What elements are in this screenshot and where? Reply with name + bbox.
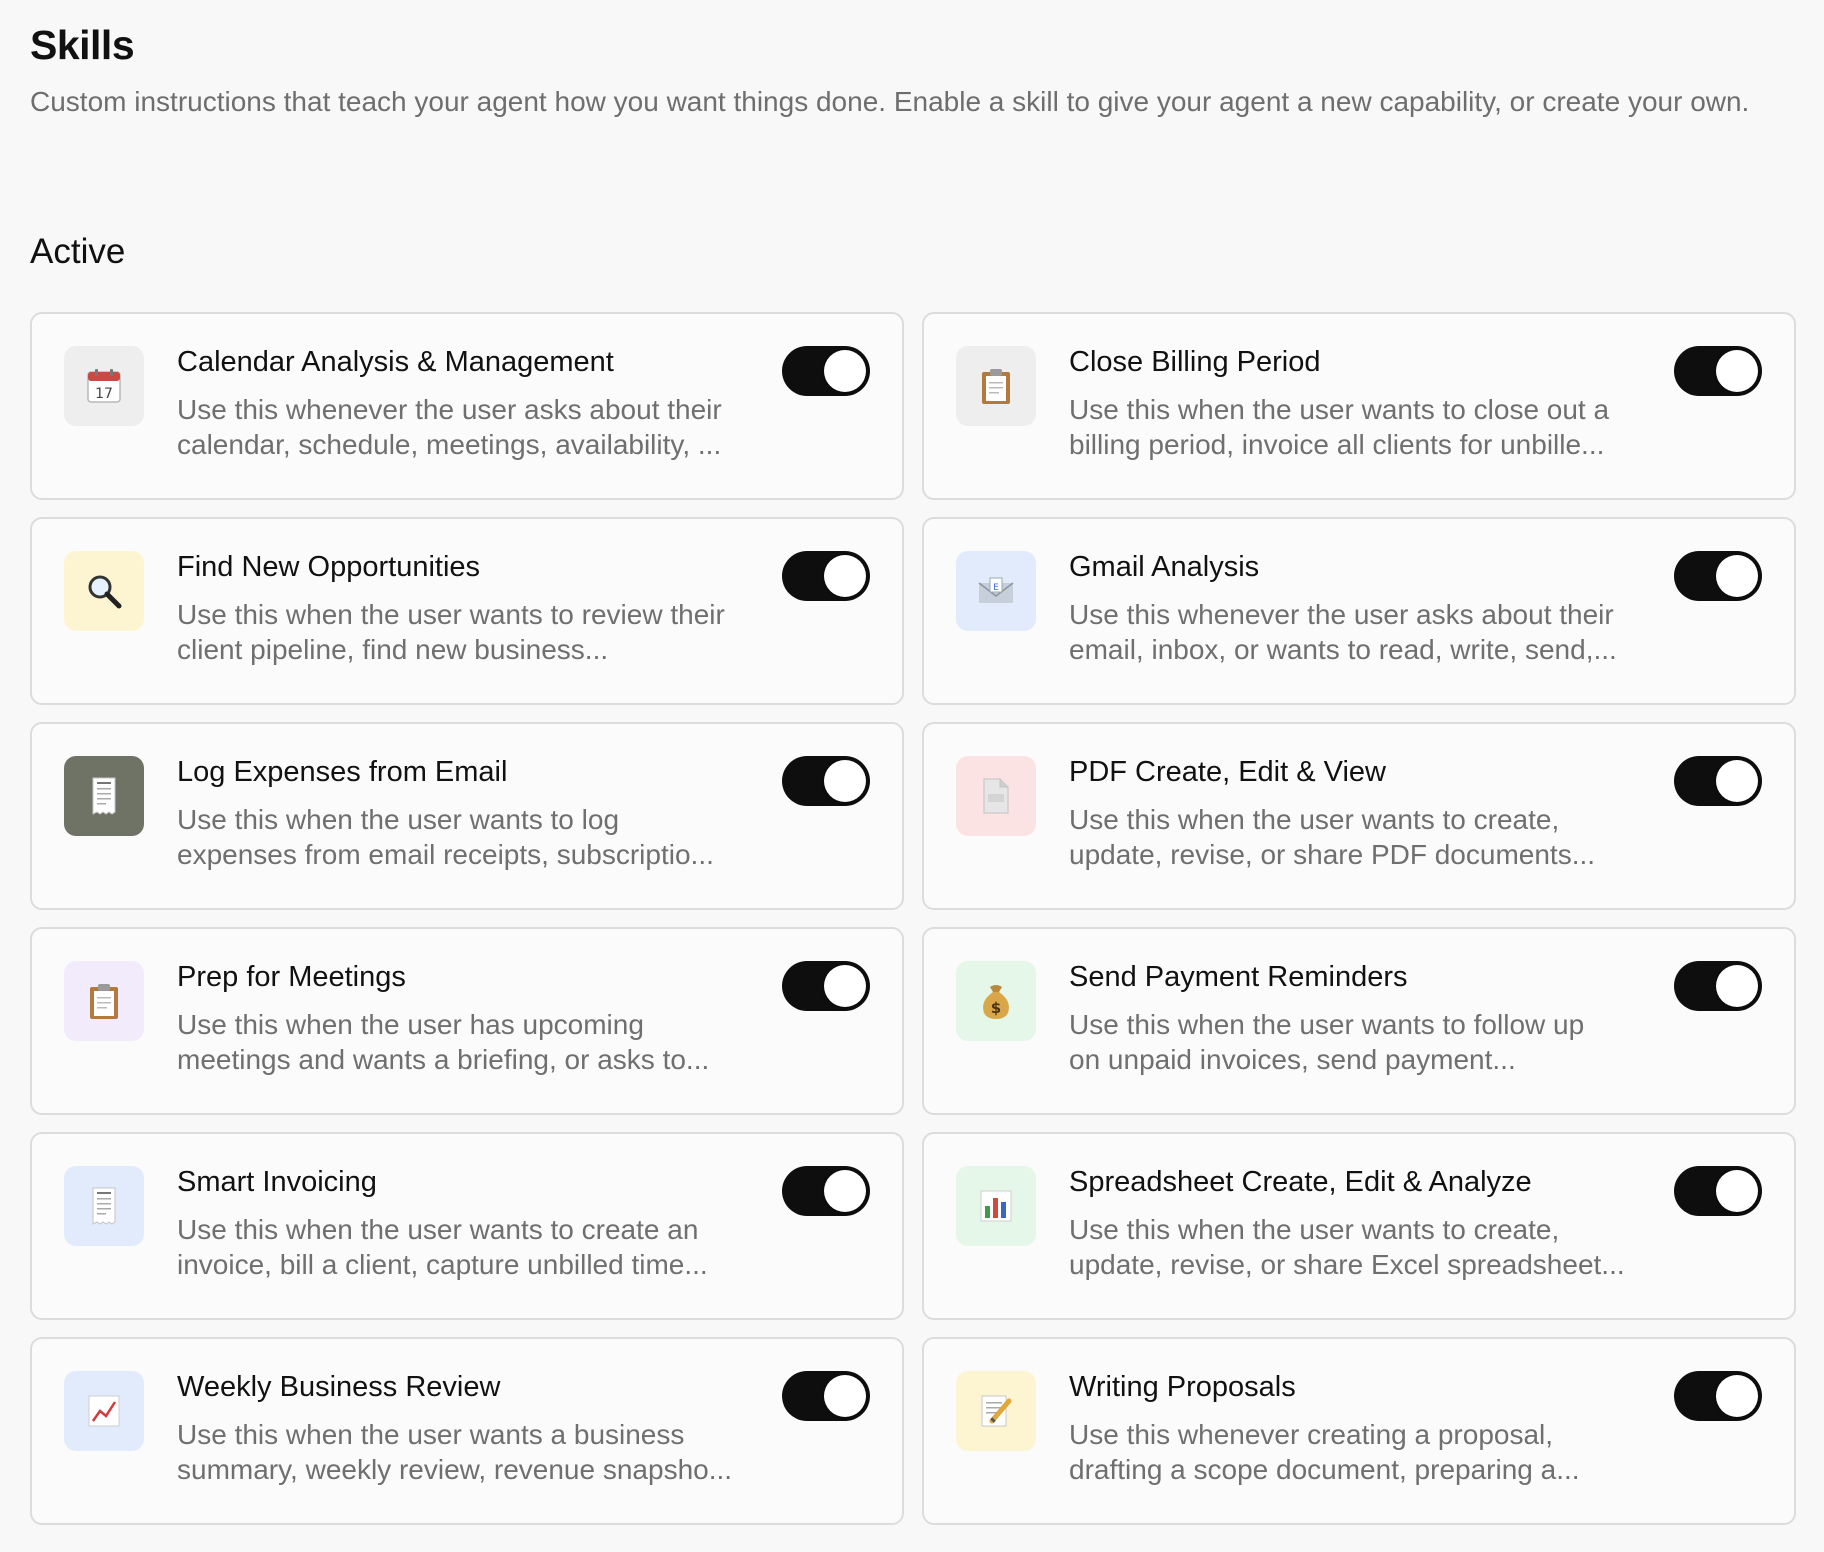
envelope-icon: E [976, 575, 1016, 607]
skill-description: Use this when the user wants to log expe… [177, 804, 714, 870]
skill-description: Use this when the user wants to create a… [177, 1214, 708, 1280]
receipt-icon [90, 1186, 118, 1226]
skill-card-prep-for-meetings[interactable]: Prep for Meetings Use this when the user… [30, 927, 904, 1115]
skill-icon-tile [956, 756, 1036, 836]
svg-text:17: 17 [95, 386, 113, 402]
skill-description: Use this whenever the user asks about th… [1069, 599, 1617, 665]
skill-title: Log Expenses from Email [177, 756, 508, 788]
skill-icon-tile: $ [956, 961, 1036, 1041]
money-bag-icon: $ [978, 981, 1014, 1021]
skill-description: Use this when the user has upcoming meet… [177, 1009, 710, 1075]
skill-icon-tile [64, 551, 144, 631]
skill-title: Send Payment Reminders [1069, 961, 1408, 993]
skill-icon-tile [956, 1371, 1036, 1451]
skill-card-spreadsheet-create-edit-analyze[interactable]: Spreadsheet Create, Edit & Analyze Use t… [922, 1132, 1796, 1320]
skill-toggle[interactable] [1674, 756, 1762, 806]
skill-title: Calendar Analysis & Management [177, 346, 614, 378]
toggle-knob [824, 760, 866, 802]
skill-toggle[interactable] [782, 346, 870, 396]
skill-icon-tile [64, 1166, 144, 1246]
skill-description: Use this whenever creating a proposal, d… [1069, 1419, 1580, 1485]
trend-chart-icon [86, 1393, 122, 1429]
skill-toggle[interactable] [1674, 1371, 1762, 1421]
clipboard-icon [86, 981, 122, 1021]
bar-chart-icon [978, 1188, 1014, 1224]
skill-toggle[interactable] [782, 551, 870, 601]
clipboard-icon [978, 366, 1014, 406]
skill-toggle[interactable] [782, 961, 870, 1011]
toggle-knob [824, 1170, 866, 1212]
skill-card-pdf-create-edit-view[interactable]: PDF Create, Edit & View Use this when th… [922, 722, 1796, 910]
skill-toggle[interactable] [1674, 551, 1762, 601]
toggle-knob [1716, 1170, 1758, 1212]
skill-icon-tile [956, 1166, 1036, 1246]
section-title-active: Active [30, 232, 126, 271]
receipt-icon [90, 776, 118, 816]
skill-description: Use this when the user wants a business … [177, 1419, 733, 1485]
skill-title: Find New Opportunities [177, 551, 481, 583]
skill-title: Prep for Meetings [177, 961, 406, 993]
toggle-knob [1716, 1375, 1758, 1417]
magnifier-icon [84, 571, 124, 611]
skill-icon-tile [64, 1371, 144, 1451]
toggle-knob [1716, 555, 1758, 597]
skill-description: Use this whenever the user asks about th… [177, 394, 722, 460]
skill-toggle[interactable] [782, 756, 870, 806]
skill-icon-tile [64, 756, 144, 836]
skill-toggle[interactable] [782, 1166, 870, 1216]
toggle-knob [824, 555, 866, 597]
skill-card-close-billing-period[interactable]: Close Billing Period Use this when the u… [922, 312, 1796, 500]
skill-icon-tile: 17 [64, 346, 144, 426]
skill-description: Use this when the user wants to follow u… [1069, 1009, 1585, 1075]
skill-description: Use this when the user wants to close ou… [1069, 394, 1610, 460]
skill-title: Writing Proposals [1069, 1371, 1296, 1403]
calendar-icon: 17 [84, 366, 124, 406]
skill-toggle[interactable] [1674, 346, 1762, 396]
skill-title: Spreadsheet Create, Edit & Analyze [1069, 1166, 1532, 1198]
skill-card-smart-invoicing[interactable]: Smart Invoicing Use this when the user w… [30, 1132, 904, 1320]
skill-card-send-payment-reminders[interactable]: $ Send Payment Reminders Use this when t… [922, 927, 1796, 1115]
toggle-knob [824, 1375, 866, 1417]
svg-text:E: E [993, 583, 999, 593]
skill-title: Weekly Business Review [177, 1371, 501, 1403]
skill-card-gmail-analysis[interactable]: E Gmail Analysis Use this whenever the u… [922, 517, 1796, 705]
skill-toggle[interactable] [1674, 961, 1762, 1011]
skill-description: Use this when the user wants to create, … [1069, 804, 1596, 870]
skill-toggle[interactable] [1674, 1166, 1762, 1216]
skill-title: PDF Create, Edit & View [1069, 756, 1386, 788]
skill-card-log-expenses-from-email[interactable]: Log Expenses from Email Use this when th… [30, 722, 904, 910]
page-subtitle: Custom instructions that teach your agen… [30, 86, 1750, 117]
skill-card-weekly-business-review[interactable]: Weekly Business Review Use this when the… [30, 1337, 904, 1525]
skill-title: Gmail Analysis [1069, 551, 1260, 583]
skill-description: Use this when the user wants to create, … [1069, 1214, 1625, 1280]
skill-card-find-new-opportunities[interactable]: Find New Opportunities Use this when the… [30, 517, 904, 705]
toggle-knob [1716, 760, 1758, 802]
document-icon [980, 776, 1012, 816]
skill-toggle[interactable] [782, 1371, 870, 1421]
skill-description: Use this when the user wants to review t… [177, 599, 725, 665]
toggle-knob [824, 350, 866, 392]
skills-grid: 17 Calendar Analysis & Management Use th… [30, 312, 1796, 1525]
skill-title: Close Billing Period [1069, 346, 1321, 378]
skill-icon-tile: E [956, 551, 1036, 631]
skill-card-writing-proposals[interactable]: Writing Proposals Use this whenever crea… [922, 1337, 1796, 1525]
skill-card-calendar-analysis-management[interactable]: 17 Calendar Analysis & Management Use th… [30, 312, 904, 500]
skill-icon-tile [956, 346, 1036, 426]
svg-text:$: $ [991, 999, 1001, 1017]
toggle-knob [824, 965, 866, 1007]
toggle-knob [1716, 965, 1758, 1007]
page-title: Skills [30, 22, 135, 68]
skill-icon-tile [64, 961, 144, 1041]
toggle-knob [1716, 350, 1758, 392]
skill-title: Smart Invoicing [177, 1166, 377, 1198]
memo-icon [978, 1391, 1014, 1431]
